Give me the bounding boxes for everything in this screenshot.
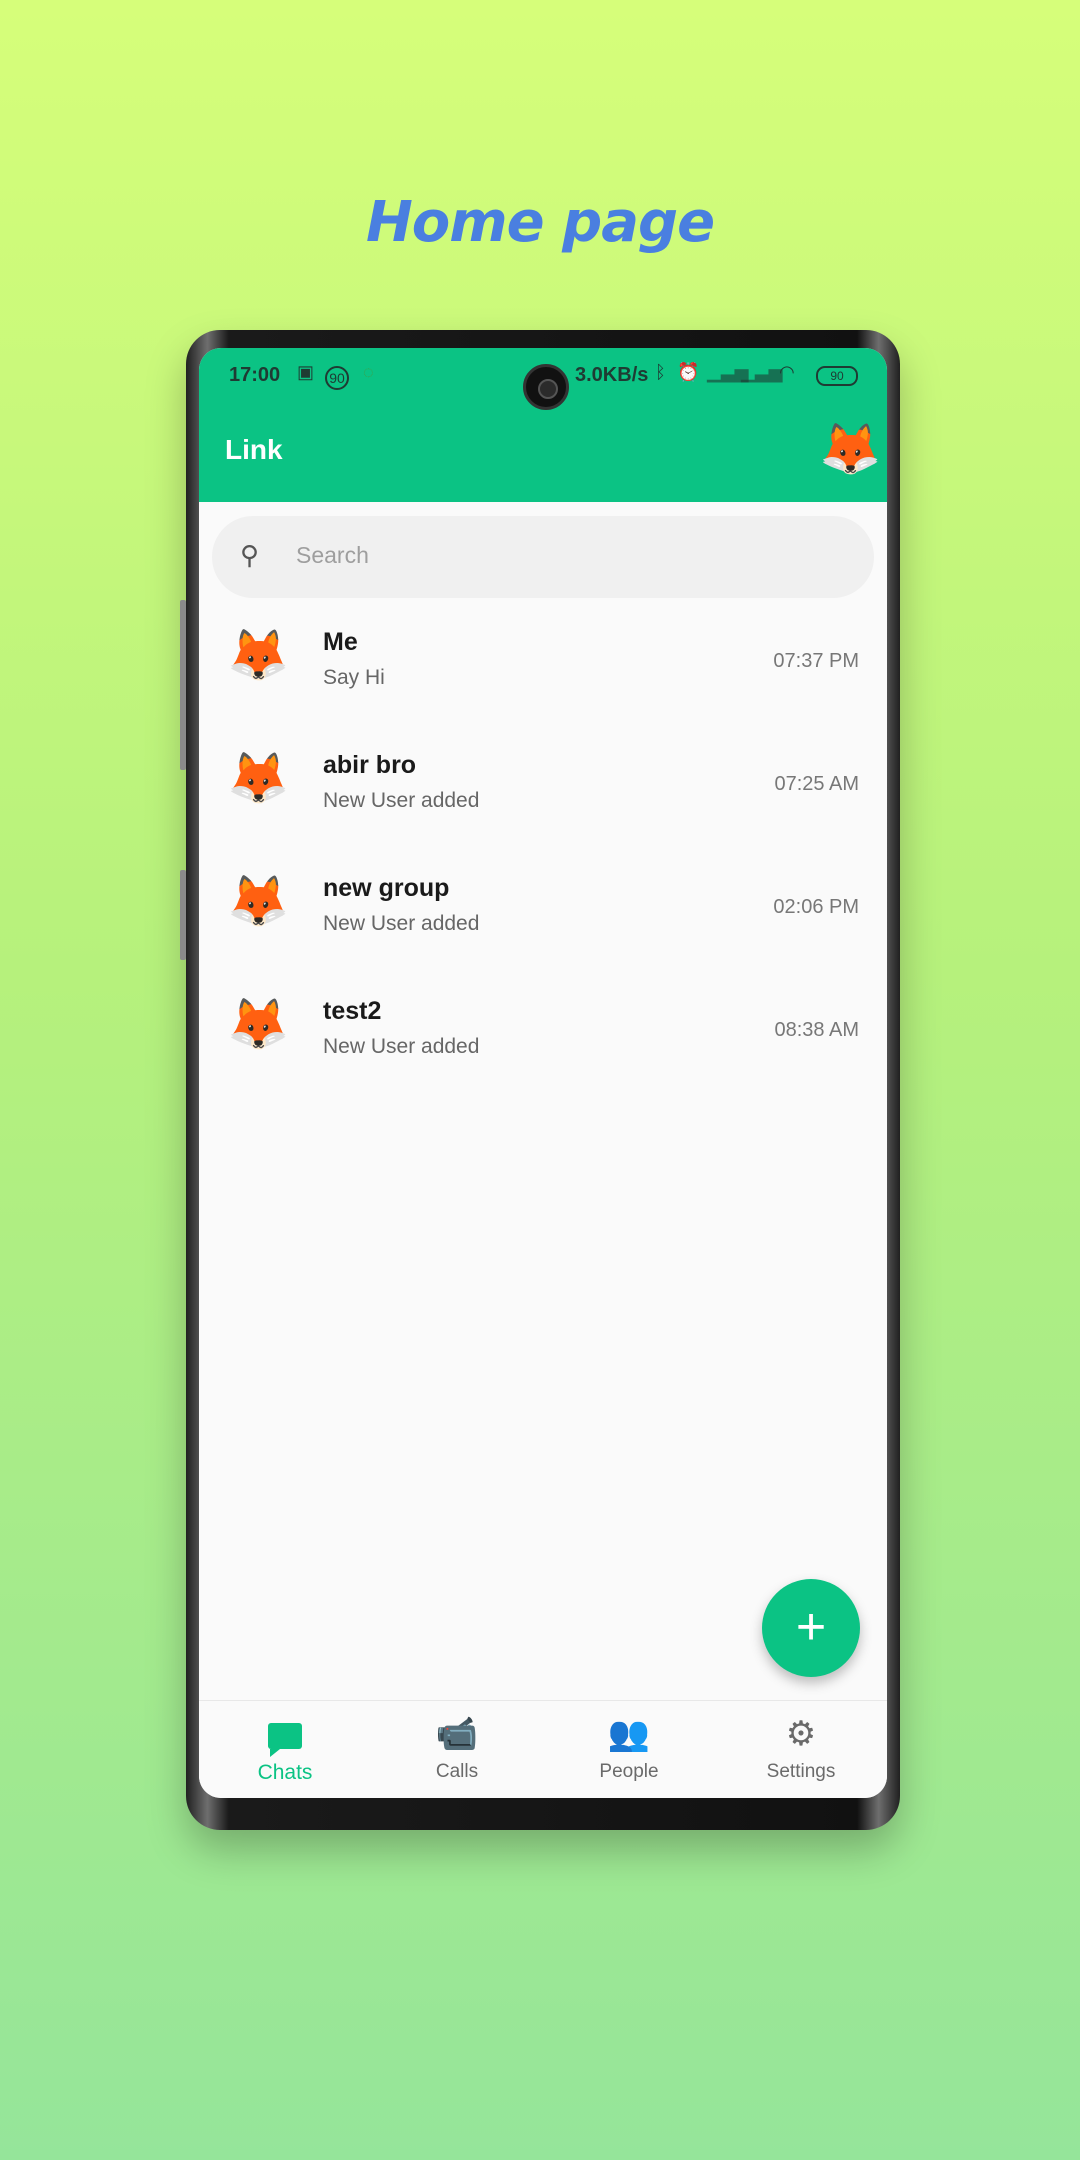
tab-label: Settings bbox=[766, 1761, 836, 1782]
tab-chats[interactable]: Chats bbox=[199, 1713, 371, 1785]
fox-icon: 🦊 bbox=[227, 996, 290, 1052]
bluetooth-icon: ᛒ bbox=[655, 362, 666, 382]
chat-row-me[interactable]: 🦊 Me Say Hi 07:37 PM bbox=[199, 610, 887, 730]
tab-label: People bbox=[599, 1761, 659, 1782]
sim-icon: ▣ bbox=[297, 362, 315, 382]
sim-badge-icon: 90 bbox=[325, 366, 349, 390]
fox-icon: 🦊 bbox=[227, 873, 290, 929]
tab-people[interactable]: 👥 People bbox=[543, 1713, 715, 1783]
tab-settings[interactable]: ⚙ Settings bbox=[715, 1713, 887, 1783]
fox-icon: 🦊 bbox=[227, 627, 290, 683]
chat-time: 07:37 PM bbox=[773, 650, 859, 672]
chat-last-message: Say Hi bbox=[323, 666, 385, 689]
chat-time: 08:38 AM bbox=[774, 1019, 859, 1041]
alarm-icon: ⏰ bbox=[677, 362, 700, 382]
search-placeholder[interactable]: Search bbox=[296, 542, 369, 569]
chat-last-message: New User added bbox=[323, 789, 480, 812]
front-camera bbox=[523, 364, 569, 410]
chat-name: new group bbox=[323, 874, 450, 902]
chat-time: 02:06 PM bbox=[773, 896, 859, 918]
app-bar: 17:00 ▣ 90 ◌ 3.0KB/s ᛒ ⏰ ▁▃▅ ▁▃▅ ◠ 90 Li… bbox=[199, 348, 887, 502]
chat-row-new-group[interactable]: 🦊 new group New User added 02:06 PM bbox=[199, 856, 887, 976]
power-button bbox=[180, 870, 186, 960]
bottom-nav: Chats 📹 Calls 👥 People ⚙ Settings bbox=[199, 1700, 887, 1798]
phone-screen: 17:00 ▣ 90 ◌ 3.0KB/s ᛒ ⏰ ▁▃▅ ▁▃▅ ◠ 90 Li… bbox=[199, 348, 887, 1798]
chat-name: abir bro bbox=[323, 751, 417, 779]
network-speed: 3.0KB/s bbox=[575, 364, 649, 386]
app-title: Link bbox=[225, 434, 283, 465]
tab-label: Chats bbox=[257, 1761, 313, 1784]
search-bar[interactable]: ⚲ Search bbox=[212, 516, 874, 598]
chat-time: 07:25 AM bbox=[774, 773, 859, 795]
gear-icon: ⚙ bbox=[785, 1715, 817, 1753]
chat-last-message: New User added bbox=[323, 1035, 480, 1058]
chat-name: Me bbox=[323, 628, 358, 656]
status-time: 17:00 bbox=[229, 364, 281, 386]
tab-calls[interactable]: 📹 Calls bbox=[371, 1713, 543, 1783]
chat-row-abir-bro[interactable]: 🦊 abir bro New User added 07:25 AM bbox=[199, 733, 887, 853]
chat-last-message: New User added bbox=[323, 912, 480, 935]
wifi-icon: ◠ bbox=[779, 362, 795, 382]
chat-name: test2 bbox=[323, 997, 382, 1025]
chat-row-test2[interactable]: 🦊 test2 New User added 08:38 AM bbox=[199, 979, 887, 1099]
battery-icon: 90 bbox=[816, 366, 858, 386]
chat-icon bbox=[199, 1713, 371, 1757]
video-call-icon: 📹 bbox=[435, 1715, 479, 1753]
tab-label: Calls bbox=[435, 1761, 479, 1782]
sync-icon: ◌ bbox=[363, 362, 374, 382]
volume-button bbox=[180, 600, 186, 770]
status-bar: 17:00 ▣ 90 ◌ 3.0KB/s ᛒ ⏰ ▁▃▅ ▁▃▅ ◠ 90 bbox=[199, 348, 887, 428]
fox-icon: 🦊 bbox=[227, 750, 290, 806]
signal-icon-2: ▁▃▅ bbox=[741, 362, 783, 382]
search-icon: ⚲ bbox=[240, 540, 260, 570]
new-chat-button[interactable]: + bbox=[762, 1579, 860, 1677]
page-headline: Home page bbox=[365, 190, 715, 255]
profile-avatar-fox-icon[interactable]: 🦊 bbox=[819, 424, 881, 474]
people-icon: 👥 bbox=[607, 1715, 651, 1753]
